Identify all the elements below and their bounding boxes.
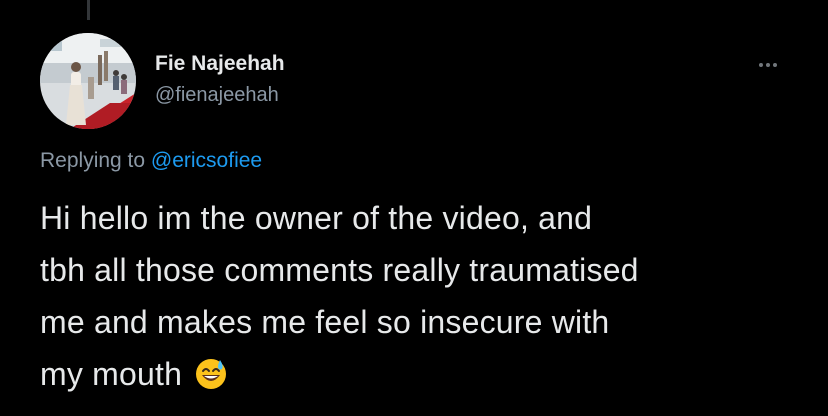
tweet-text: Hi hello im the owner of the video, and … — [40, 192, 800, 406]
more-options-button[interactable] — [748, 55, 788, 75]
reply-mention-link[interactable]: @ericsofiee — [151, 149, 262, 172]
author-handle[interactable]: @fienajeehah — [155, 84, 279, 107]
reply-context: Replying to @ericsofiee — [40, 149, 262, 173]
tweet-text-last-line: my mouth — [40, 348, 800, 406]
more-options-icon — [759, 63, 763, 67]
tweet-text-line: my mouth — [40, 356, 183, 392]
tweet-text-line: tbh all those comments really traumatise… — [40, 252, 639, 288]
grinning-face-with-sweat-emoji-icon — [194, 354, 228, 406]
reply-context-prefix: Replying to — [40, 149, 151, 172]
avatar[interactable] — [40, 33, 136, 129]
tweet-text-line: Hi hello im the owner of the video, and — [40, 200, 593, 236]
avatar-photo-icon — [40, 33, 136, 129]
author-name[interactable]: Fie Najeehah — [155, 52, 285, 76]
thread-connector-line — [87, 0, 90, 20]
more-options-icon-dot — [766, 63, 770, 67]
tweet-text-line: me and makes me feel so insecure with — [40, 304, 610, 340]
more-options-icon-dot — [773, 63, 777, 67]
